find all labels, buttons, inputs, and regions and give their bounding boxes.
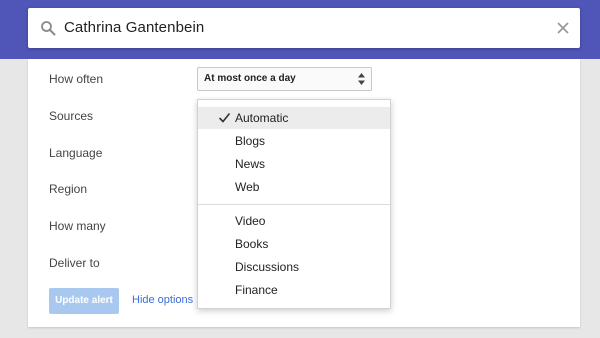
language-label: Language	[49, 146, 103, 160]
how-many-label: How many	[49, 219, 106, 233]
deliver-to-label: Deliver to	[49, 256, 100, 270]
dropdown-divider	[198, 204, 390, 205]
how-often-value: At most once a day	[204, 73, 296, 84]
search-bar[interactable]: Cathrina Gantenbein	[28, 8, 580, 48]
sources-dropdown-menu: Automatic Blogs News Web Video Books Dis…	[197, 99, 391, 309]
dropdown-item-blogs[interactable]: Blogs	[198, 130, 390, 152]
hide-options-link[interactable]: Hide options	[132, 294, 193, 306]
update-alert-button[interactable]: Update alert	[49, 288, 119, 314]
dropdown-item-label: Automatic	[235, 111, 289, 125]
dropdown-item-books[interactable]: Books	[198, 233, 390, 255]
dropdown-item-web[interactable]: Web	[198, 176, 390, 198]
sources-label: Sources	[49, 109, 94, 123]
dropdown-item-video[interactable]: Video	[198, 210, 390, 232]
region-label: Region	[49, 182, 88, 196]
dropdown-item-finance[interactable]: Finance	[198, 279, 390, 301]
select-arrows-icon	[358, 73, 365, 85]
how-often-select[interactable]: At most once a day	[197, 67, 372, 91]
search-input[interactable]: Cathrina Gantenbein	[64, 19, 204, 36]
dropdown-item-news[interactable]: News	[198, 153, 390, 175]
checkmark-icon	[218, 112, 231, 123]
dropdown-item-discussions[interactable]: Discussions	[198, 256, 390, 278]
close-icon[interactable]	[552, 17, 574, 39]
how-often-label: How often	[49, 72, 104, 86]
search-icon	[41, 21, 56, 36]
dropdown-item-automatic[interactable]: Automatic	[198, 107, 390, 129]
